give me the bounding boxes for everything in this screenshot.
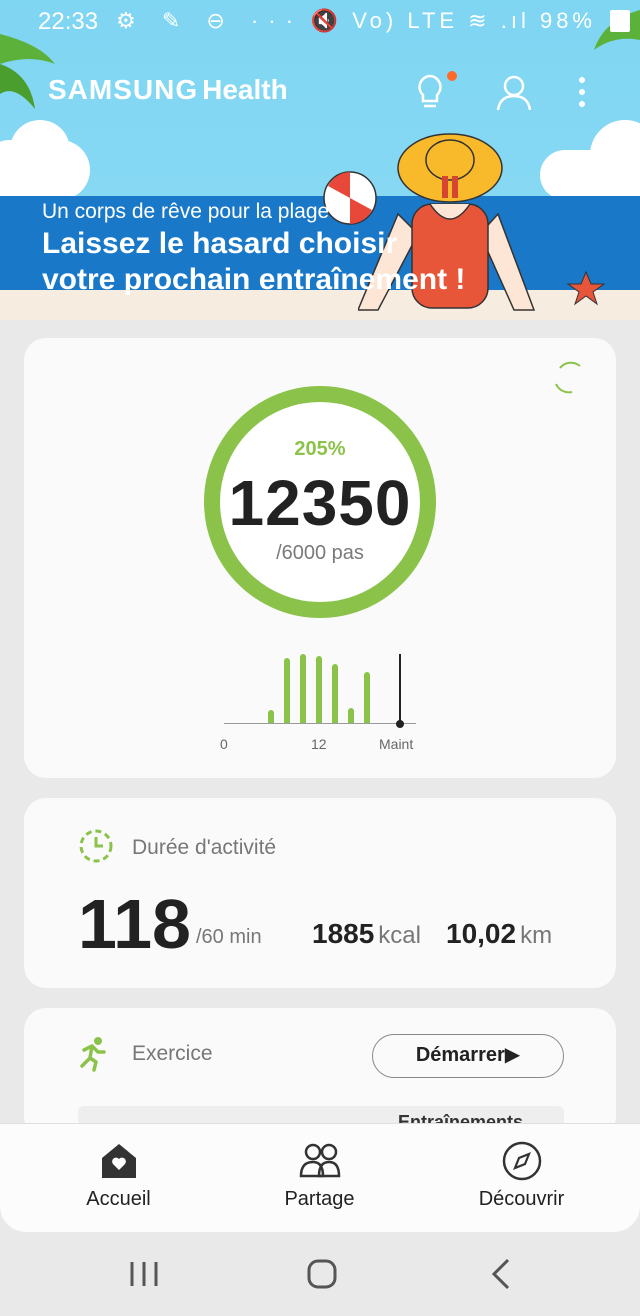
running-icon [80, 1037, 106, 1072]
home-icon [102, 1144, 136, 1178]
tick-label: Maint [379, 736, 414, 752]
histogram-axis [224, 723, 416, 724]
battery-icon [610, 10, 630, 32]
steps-card[interactable]: 205% 12350 /6000 pas 0 12 Maint [24, 338, 616, 778]
activity-timer-icon [79, 829, 113, 863]
steps-count: 12350 [228, 467, 412, 539]
promo-banner[interactable]: 22:33 ⚙ ✎ ⊖ ··· 🔇 Vo) LTE ≋ .ıl 98% SAMS… [0, 0, 640, 320]
notification-icons: ⚙ ✎ ⊖ ··· [116, 8, 303, 33]
histogram-bar [268, 710, 274, 724]
histogram-bar [348, 708, 354, 724]
exercise-card[interactable]: Exercice Démarrer▶ Entraînements [24, 1008, 616, 1138]
nav-item-discover[interactable]: Découvrir [415, 1124, 628, 1232]
back-icon[interactable] [482, 1252, 522, 1296]
now-marker [399, 654, 401, 724]
start-exercise-button[interactable]: Démarrer▶ [372, 1034, 564, 1078]
histogram-bar [284, 658, 290, 724]
starfish-icon [566, 270, 606, 306]
status-time: 22:33 [38, 8, 99, 35]
sync-icon[interactable] [548, 356, 588, 396]
activity-title: Durée d'activité [132, 836, 277, 859]
nav-label: Découvrir [478, 1188, 565, 1210]
activity-goal: /60 min [196, 926, 262, 948]
notification-dot [447, 71, 457, 81]
histogram-bar [332, 664, 338, 724]
home-button-icon[interactable] [302, 1252, 342, 1296]
cloud-decoration [10, 120, 70, 180]
compass-icon [502, 1141, 542, 1181]
people-icon [299, 1143, 341, 1178]
steps-histogram [224, 648, 424, 728]
histogram-bar [300, 654, 306, 724]
activity-minutes: 118 [78, 885, 191, 963]
nav-label: Partage [284, 1188, 355, 1210]
signal-icons: 🔇 Vo) LTE ≋ .ıl 98% [310, 8, 596, 33]
more-options-icon[interactable] [566, 70, 606, 114]
exercise-title: Exercice [132, 1042, 213, 1065]
steps-goal: /6000 pas [276, 542, 364, 564]
tick-label: 0 [220, 736, 228, 752]
distance-value: 10,02 km [446, 918, 553, 949]
banner-subtitle: Un corps de rêve pour la plage ! [42, 200, 341, 223]
tick-label: 12 [311, 736, 327, 752]
histogram-bar [316, 656, 322, 724]
nav-label: Accueil [86, 1188, 151, 1210]
calories-value: 1885 kcal [312, 918, 421, 949]
system-navigation-bar [0, 1232, 640, 1316]
now-marker-dot [396, 720, 404, 728]
status-bar: 22:33 ⚙ ✎ ⊖ ··· 🔇 Vo) LTE ≋ .ıl 98% [0, 0, 640, 44]
banner-title: Laissez le hasard choisir votre prochain… [42, 227, 466, 296]
lightbulb-icon[interactable] [410, 70, 450, 114]
nav-item-home[interactable]: Accueil [12, 1124, 225, 1232]
bottom-navigation: Accueil Partage Découvrir [0, 1124, 640, 1232]
profile-icon[interactable] [494, 70, 534, 114]
steps-percent: 205% [294, 438, 346, 460]
app-title: SAMSUNG Health [48, 74, 288, 105]
histogram-bar [364, 672, 370, 724]
nav-item-share[interactable]: Partage [213, 1124, 426, 1232]
activity-duration-card[interactable]: Durée d'activité 118 /60 min 1885 kcal 10… [24, 798, 616, 988]
recent-apps-icon[interactable] [124, 1252, 164, 1296]
